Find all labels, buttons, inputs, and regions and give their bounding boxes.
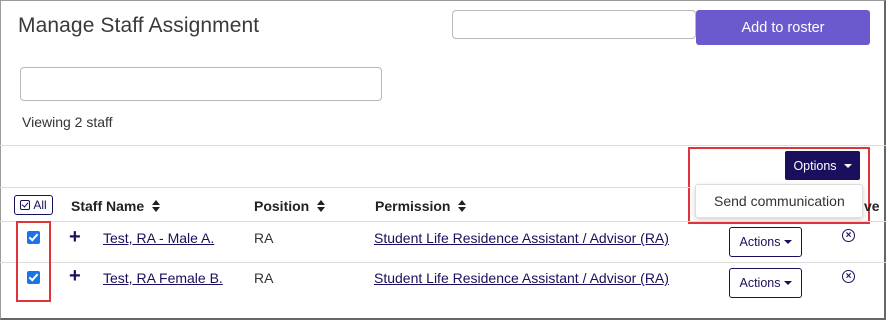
select-all-label: All [33,198,47,212]
expand-plus-icon[interactable]: + [69,266,81,286]
top-input-field[interactable] [452,10,696,39]
column-header-staff-name[interactable]: Staff Name [71,198,161,214]
divider [0,221,886,222]
select-all-button[interactable]: All [14,195,53,215]
page-title: Manage Staff Assignment [18,14,260,37]
sort-icon [458,200,467,212]
highlight-box-checkboxes [16,221,51,302]
row-actions-button[interactable]: Actions [729,268,802,298]
staff-position: RA [254,270,274,286]
divider [0,187,690,188]
caret-down-icon [783,240,792,244]
actions-label: Actions [739,276,781,290]
highlight-box-options [688,147,870,224]
remove-circle-x-icon[interactable]: × [842,270,855,283]
divider [0,262,886,263]
column-header-remove: ve [864,198,880,214]
checkbox-icon [20,200,31,210]
column-header-label: Staff Name [71,198,145,214]
column-header-label: Position [254,198,310,214]
divider [0,145,886,146]
expand-plus-icon[interactable]: + [69,227,81,247]
actions-label: Actions [739,235,781,249]
column-header-label: Permission [375,198,451,214]
column-header-permission[interactable]: Permission [375,198,467,214]
column-header-position[interactable]: Position [254,198,326,214]
staff-position: RA [254,230,274,246]
row-actions-button[interactable]: Actions [729,227,802,257]
caret-down-icon [783,281,792,285]
staff-name-link[interactable]: Test, RA - Male A. [103,230,214,246]
permission-link[interactable]: Student Life Residence Assistant / Advis… [374,270,669,286]
search-input[interactable] [20,67,382,101]
sort-icon [317,200,326,212]
viewing-count-text: Viewing 2 staff [22,114,113,130]
permission-link[interactable]: Student Life Residence Assistant / Advis… [374,230,669,246]
staff-name-link[interactable]: Test, RA Female B. [103,270,223,286]
sort-icon [152,200,161,212]
add-to-roster-button[interactable]: Add to roster [696,10,870,45]
remove-circle-x-icon[interactable]: × [842,229,855,242]
